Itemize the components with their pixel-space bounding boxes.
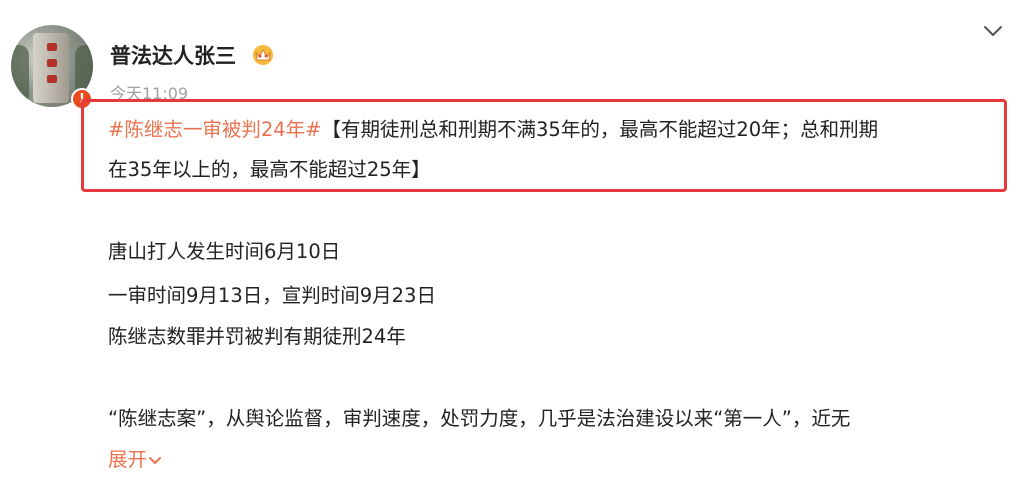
chevron-down-icon[interactable] — [980, 20, 1006, 42]
expand-label: 展开 — [108, 448, 148, 471]
body-line: 陈继志数罪并罚被判有期徒刑24年 — [108, 325, 406, 348]
headline-line-2: 在35年以上的，最高不能超过25年】 — [108, 158, 431, 181]
avatar-tree-left — [11, 45, 29, 105]
avatar-glyph — [47, 75, 57, 83]
hashtag-link[interactable]: #陈继志一审被判24年# — [108, 118, 322, 141]
post-headline: #陈继志一审被判24年#【有期徒刑总和刑期不满35年的，最高不能超过20年；总和… — [108, 117, 878, 143]
expand-button[interactable]: 展开 — [108, 447, 163, 473]
expand-chevron-icon — [149, 456, 162, 464]
headline-text: 【有期徒刑总和刑期不满35年的，最高不能超过20年；总和刑期 — [321, 118, 879, 141]
body-line: 唐山打人发生时间6月10日 — [108, 240, 341, 263]
body-line: 一审时间9月13日，宣判时间9月23日 — [108, 284, 436, 307]
post-paragraph: “陈继志案”，从舆论监督，审判速度，处罚力度，几乎是法治建设以来“第一人”，近无 — [108, 407, 851, 430]
avatar-glyph — [47, 43, 57, 51]
avatar-glyph — [47, 59, 57, 67]
username[interactable]: 普法达人张三 — [110, 40, 236, 70]
vip-crown-icon[interactable] — [251, 42, 275, 66]
